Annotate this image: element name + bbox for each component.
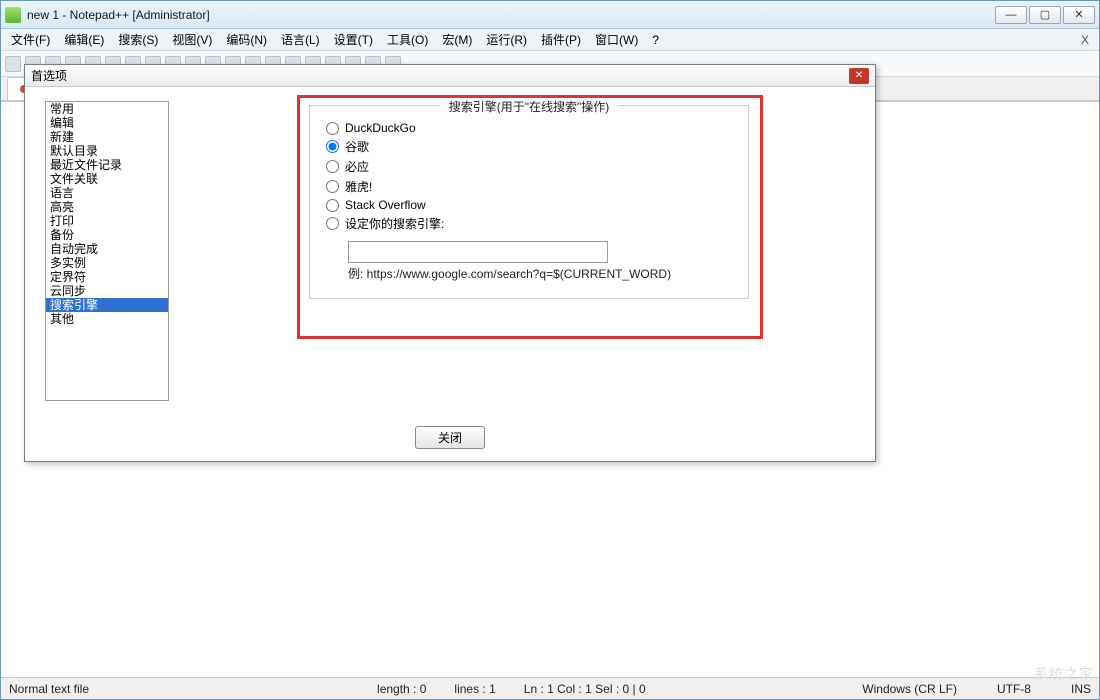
search-engine-radio[interactable] (326, 140, 339, 153)
search-engine-option[interactable]: 谷歌 (326, 138, 732, 155)
search-engine-label: Stack Overflow (345, 198, 426, 212)
search-engine-radio[interactable] (326, 199, 339, 212)
search-engine-option[interactable]: 必应 (326, 158, 732, 175)
menu-macro[interactable]: 宏(M) (436, 29, 478, 50)
menu-settings[interactable]: 设置(T) (328, 29, 379, 50)
search-engine-option[interactable]: 设定你的搜索引擎: (326, 215, 732, 232)
status-length: length : 0 (377, 682, 426, 696)
pref-item-13[interactable]: 云同步 (46, 284, 168, 298)
pref-item-12[interactable]: 定界符 (46, 270, 168, 284)
menu-language[interactable]: 语言(L) (275, 29, 326, 50)
search-engine-option[interactable]: Stack Overflow (326, 198, 732, 212)
status-eol: Windows (CR LF) (862, 682, 957, 696)
dialog-close-button[interactable]: ✕ (849, 68, 869, 84)
search-engine-radio[interactable] (326, 180, 339, 193)
preferences-dialog: 首选项 ✕ 常用编辑新建默认目录最近文件记录文件关联语言高亮打印备份自动完成多实… (24, 64, 876, 462)
pref-item-7[interactable]: 高亮 (46, 200, 168, 214)
minimize-button[interactable]: — (995, 6, 1027, 24)
titlebar: new 1 - Notepad++ [Administrator] — ▢ ✕ (1, 1, 1099, 29)
search-engine-label: DuckDuckGo (345, 121, 416, 135)
search-engine-radio[interactable] (326, 122, 339, 135)
window-title: new 1 - Notepad++ [Administrator] (27, 8, 995, 22)
search-engine-option[interactable]: DuckDuckGo (326, 121, 732, 135)
dialog-titlebar: 首选项 ✕ (25, 65, 875, 87)
menubar: 文件(F) 编辑(E) 搜索(S) 视图(V) 编码(N) 语言(L) 设置(T… (1, 29, 1099, 51)
group-legend: 搜索引擎(用于"在线搜索"操作) (441, 98, 618, 115)
search-engine-radio[interactable] (326, 217, 339, 230)
pref-item-10[interactable]: 自动完成 (46, 242, 168, 256)
menu-file[interactable]: 文件(F) (5, 29, 56, 50)
status-filetype: Normal text file (9, 682, 89, 696)
preferences-panel: 搜索引擎(用于"在线搜索"操作) DuckDuckGo 谷歌必应雅虎! Stack … (189, 101, 855, 412)
pref-item-1[interactable]: 编辑 (46, 116, 168, 130)
app-icon (5, 7, 21, 23)
example-text: 例: https://www.google.com/search?q=$(CUR… (348, 265, 732, 282)
mdi-close-icon[interactable]: X (1075, 33, 1095, 47)
dialog-body: 常用编辑新建默认目录最近文件记录文件关联语言高亮打印备份自动完成多实例定界符云同… (25, 87, 875, 420)
toolbar-icon[interactable] (5, 56, 21, 72)
maximize-button[interactable]: ▢ (1029, 6, 1061, 24)
search-engine-label: 设定你的搜索引擎: (345, 215, 444, 232)
menu-run[interactable]: 运行(R) (480, 29, 533, 50)
search-engine-label: 雅虎! (345, 178, 372, 195)
status-lines: lines : 1 (454, 682, 495, 696)
close-button[interactable]: ✕ (1063, 6, 1095, 24)
pref-item-11[interactable]: 多实例 (46, 256, 168, 270)
menu-search[interactable]: 搜索(S) (112, 29, 164, 50)
search-engine-option[interactable]: 雅虎! (326, 178, 732, 195)
window-controls: — ▢ ✕ (995, 6, 1095, 24)
status-position: Ln : 1 Col : 1 Sel : 0 | 0 (524, 682, 646, 696)
status-encoding: UTF-8 (997, 682, 1031, 696)
search-engine-radio[interactable] (326, 160, 339, 173)
menu-edit[interactable]: 编辑(E) (58, 29, 110, 50)
menu-help[interactable]: ? (646, 31, 665, 49)
pref-item-3[interactable]: 默认目录 (46, 144, 168, 158)
search-engine-label: 必应 (345, 158, 369, 175)
search-engine-label: 谷歌 (345, 138, 369, 155)
menu-view[interactable]: 视图(V) (166, 29, 218, 50)
menu-encoding[interactable]: 编码(N) (220, 29, 273, 50)
preferences-category-list[interactable]: 常用编辑新建默认目录最近文件记录文件关联语言高亮打印备份自动完成多实例定界符云同… (45, 101, 169, 401)
pref-item-8[interactable]: 打印 (46, 214, 168, 228)
search-engine-group: 搜索引擎(用于"在线搜索"操作) DuckDuckGo谷歌必应雅虎!Stack … (309, 105, 749, 299)
pref-item-5[interactable]: 文件关联 (46, 172, 168, 186)
dialog-close-button-bottom[interactable]: 关闭 (415, 426, 485, 449)
pref-item-2[interactable]: 新建 (46, 130, 168, 144)
pref-item-14[interactable]: 搜索引擎 (46, 298, 168, 312)
pref-item-4[interactable]: 最近文件记录 (46, 158, 168, 172)
pref-item-9[interactable]: 备份 (46, 228, 168, 242)
menu-tools[interactable]: 工具(O) (381, 29, 434, 50)
pref-item-15[interactable]: 其他 (46, 312, 168, 326)
statusbar: Normal text file length : 0 lines : 1 Ln… (1, 677, 1099, 699)
pref-item-6[interactable]: 语言 (46, 186, 168, 200)
menu-plugins[interactable]: 插件(P) (535, 29, 587, 50)
pref-item-0[interactable]: 常用 (46, 102, 168, 116)
menu-window[interactable]: 窗口(W) (589, 29, 644, 50)
dialog-title: 首选项 (31, 67, 849, 84)
dialog-footer: 关闭 (25, 420, 875, 461)
status-insert: INS (1071, 682, 1091, 696)
custom-search-engine-input[interactable] (348, 241, 608, 263)
